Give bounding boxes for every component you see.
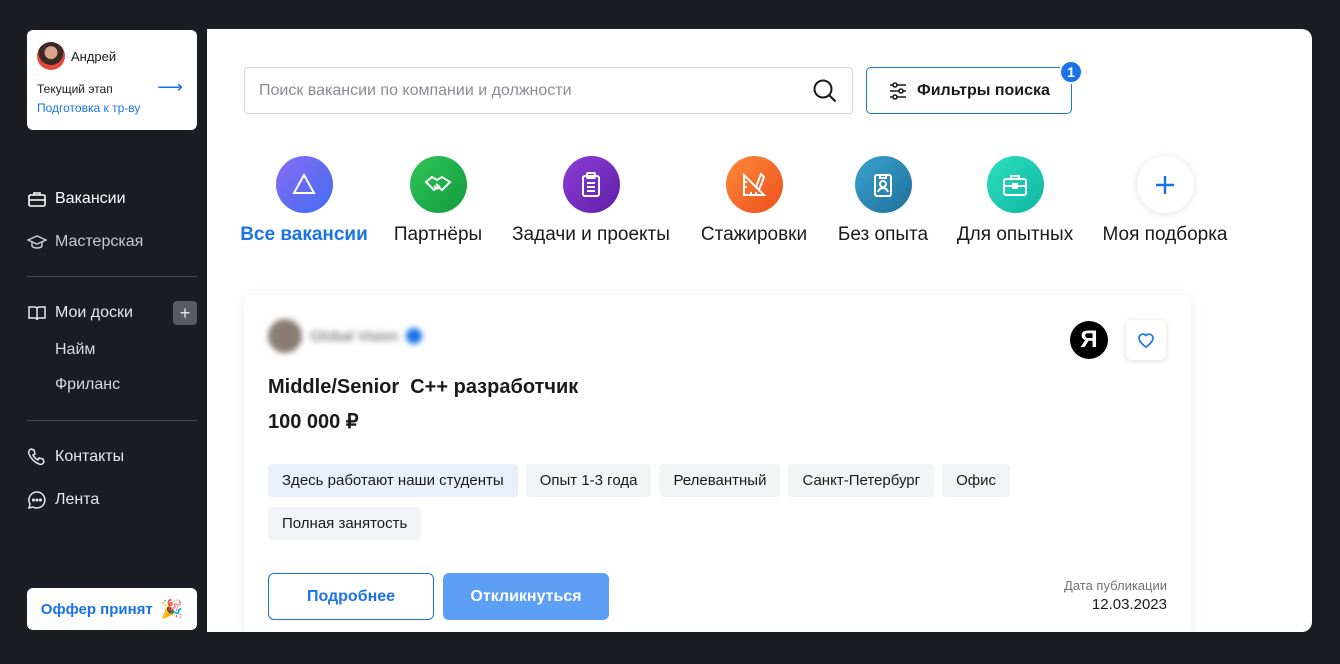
category-label: Стажировки [700, 224, 808, 245]
category-tasks-projects[interactable]: Задачи и проекты [512, 156, 670, 246]
avatar [37, 42, 65, 70]
all-vacancies-icon [275, 156, 333, 213]
clipboard-icon [562, 156, 620, 213]
publication-label: Дата публикации [1064, 578, 1167, 593]
sidebar-item-boards[interactable]: Мои доски [27, 300, 197, 326]
brand-logo: Я [1070, 321, 1108, 359]
phone-icon [27, 448, 45, 466]
graduation-cap-icon [27, 235, 47, 249]
profile-name: Андрей [71, 48, 117, 64]
company-name: Global Vision [310, 327, 399, 345]
category-internships[interactable]: Стажировки [699, 156, 809, 246]
company-logo [268, 319, 302, 353]
ruler-pencil-icon [725, 156, 783, 213]
badge-id-icon [854, 156, 912, 213]
category-my-selection[interactable]: Моя подборка [1102, 156, 1228, 246]
job-title[interactable]: Middle/Senior C++ разработчик [268, 376, 578, 399]
stage-value[interactable]: Подготовка к тр-ву [37, 101, 140, 115]
sidebar-item-label: Вакансии [55, 190, 126, 207]
category-no-experience[interactable]: Без опыта [838, 156, 928, 246]
sidebar-item-contacts[interactable]: Контакты [27, 444, 197, 470]
job-card[interactable]: Global Vision Я Middle/Senior C++ разраб… [244, 295, 1191, 632]
sidebar-item-feed[interactable]: Лента [27, 487, 197, 513]
category-partners[interactable]: Партнёры [393, 156, 483, 246]
offer-label: Оффер принят [40, 600, 153, 618]
company-info[interactable]: Global Vision [268, 319, 423, 353]
sidebar-subitem-freelance[interactable]: Фриланс [55, 376, 120, 394]
main-panel: Фильтры поиска 1 Все вакансии Партнёры [207, 29, 1312, 632]
category-experienced[interactable]: Для опытных [957, 156, 1073, 246]
divider [27, 276, 197, 277]
book-icon [28, 306, 46, 321]
briefcase-icon [28, 192, 46, 207]
plus-icon [1136, 156, 1194, 213]
sidebar-item-label: Лента [55, 491, 100, 508]
divider [27, 420, 197, 421]
category-label: Задачи и проекты [512, 224, 670, 245]
details-button[interactable]: Подробнее [268, 573, 434, 620]
sidebar-item-vacancies[interactable]: Вакансии [27, 186, 197, 212]
category-label: Все вакансии [240, 224, 368, 245]
app-frame: Андрей Текущий этап Подготовка к тр-ву ⟶… [0, 0, 1340, 664]
filters-count-badge: 1 [1059, 60, 1083, 84]
tag: Офис [942, 464, 1011, 497]
job-tags: Здесь работают наши студенты Опыт 1-3 го… [268, 464, 1048, 540]
category-bar: Все вакансии Партнёры Задачи и проекты С… [240, 156, 1294, 251]
verified-icon [406, 328, 423, 344]
handshake-icon [409, 156, 467, 213]
category-label: Моя подборка [1102, 224, 1228, 245]
party-popper-icon: 🎉 [160, 598, 184, 619]
job-salary: 100 000 ₽ [268, 411, 359, 433]
category-label: Партнёры [393, 224, 483, 245]
search-input[interactable] [259, 81, 812, 100]
heart-icon [1138, 333, 1154, 349]
sidebar-item-workshop[interactable]: Мастерская [27, 229, 197, 255]
tag: Полная занятость [268, 507, 422, 540]
filters-button[interactable]: Фильтры поиска [866, 67, 1072, 114]
sidebar-subitem-hiring[interactable]: Найм [55, 341, 95, 359]
offer-status-card[interactable]: Оффер принят 🎉 [27, 588, 197, 630]
chat-bubble-icon [27, 491, 46, 510]
apply-button[interactable]: Откликнуться [443, 573, 609, 620]
tag: Санкт-Петербург [788, 464, 935, 497]
search-icon[interactable] [812, 78, 838, 104]
tag: Опыт 1-3 года [525, 464, 652, 497]
category-all-vacancies[interactable]: Все вакансии [240, 156, 368, 246]
search-box[interactable] [244, 67, 853, 114]
arrow-right-icon[interactable]: ⟶ [157, 78, 183, 96]
add-board-button[interactable]: + [173, 301, 197, 325]
filters-label: Фильтры поиска [917, 81, 1050, 99]
sidebar-item-label: Мои доски [55, 304, 133, 321]
publication-date: 12.03.2023 [1091, 596, 1167, 613]
profile-card[interactable]: Андрей Текущий этап Подготовка к тр-ву ⟶ [27, 30, 197, 130]
stage-label: Текущий этап [37, 82, 113, 96]
tag: Релевантный [659, 464, 781, 497]
tag: Здесь работают наши студенты [268, 464, 518, 497]
sidebar-item-label: Мастерская [55, 233, 144, 250]
briefcase-icon [986, 156, 1044, 213]
sidebar-item-label: Контакты [55, 448, 125, 465]
favorite-button[interactable] [1126, 320, 1166, 360]
category-label: Для опытных [956, 224, 1074, 245]
sliders-icon [890, 81, 907, 100]
category-label: Без опыта [837, 224, 929, 245]
